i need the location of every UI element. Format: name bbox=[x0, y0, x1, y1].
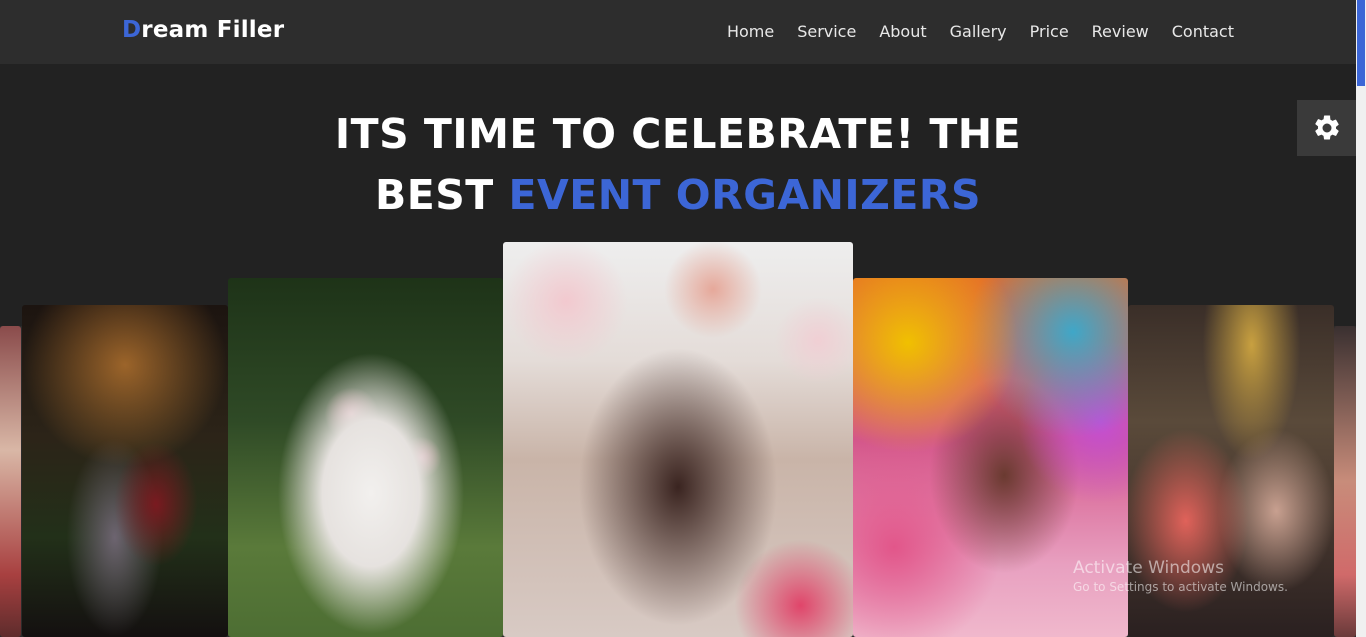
baby-teepee-photo[interactable] bbox=[228, 278, 503, 637]
hero-title-line2: BEST bbox=[374, 171, 509, 219]
hero-title-line1: ITS TIME TO CELEBRATE! THE bbox=[334, 110, 1022, 158]
navbar: Dream Filler Home Service About Gallery … bbox=[0, 0, 1356, 64]
main-nav: Home Service About Gallery Price Review … bbox=[727, 22, 1234, 41]
gallery-edge-left-photo[interactable] bbox=[0, 326, 21, 637]
page-scrollbar[interactable] bbox=[1356, 0, 1366, 637]
nav-service[interactable]: Service bbox=[797, 22, 856, 41]
brand-logo-initial: D bbox=[122, 17, 142, 43]
nav-about[interactable]: About bbox=[879, 22, 926, 41]
windows-activation-watermark: Activate Windows Go to Settings to activ… bbox=[1073, 558, 1288, 594]
wedding-couple-photo[interactable] bbox=[22, 305, 228, 637]
brand-logo[interactable]: Dream Filler bbox=[122, 17, 284, 43]
nav-gallery[interactable]: Gallery bbox=[950, 22, 1007, 41]
hero-title: ITS TIME TO CELEBRATE! THE BEST EVENT OR… bbox=[0, 104, 1356, 226]
nav-review[interactable]: Review bbox=[1092, 22, 1149, 41]
nav-home[interactable]: Home bbox=[727, 22, 774, 41]
party-balloons-photo[interactable] bbox=[503, 242, 853, 637]
brand-logo-text: ream Filler bbox=[141, 17, 285, 43]
watermark-title: Activate Windows bbox=[1073, 558, 1224, 578]
nav-price[interactable]: Price bbox=[1030, 22, 1069, 41]
hero-title-accent: EVENT ORGANIZERS bbox=[508, 171, 982, 219]
gallery-edge-right-photo[interactable] bbox=[1334, 326, 1356, 637]
nav-contact[interactable]: Contact bbox=[1172, 22, 1234, 41]
scrollbar-thumb[interactable] bbox=[1357, 0, 1365, 86]
watermark-subtitle: Go to Settings to activate Windows. bbox=[1073, 580, 1288, 594]
